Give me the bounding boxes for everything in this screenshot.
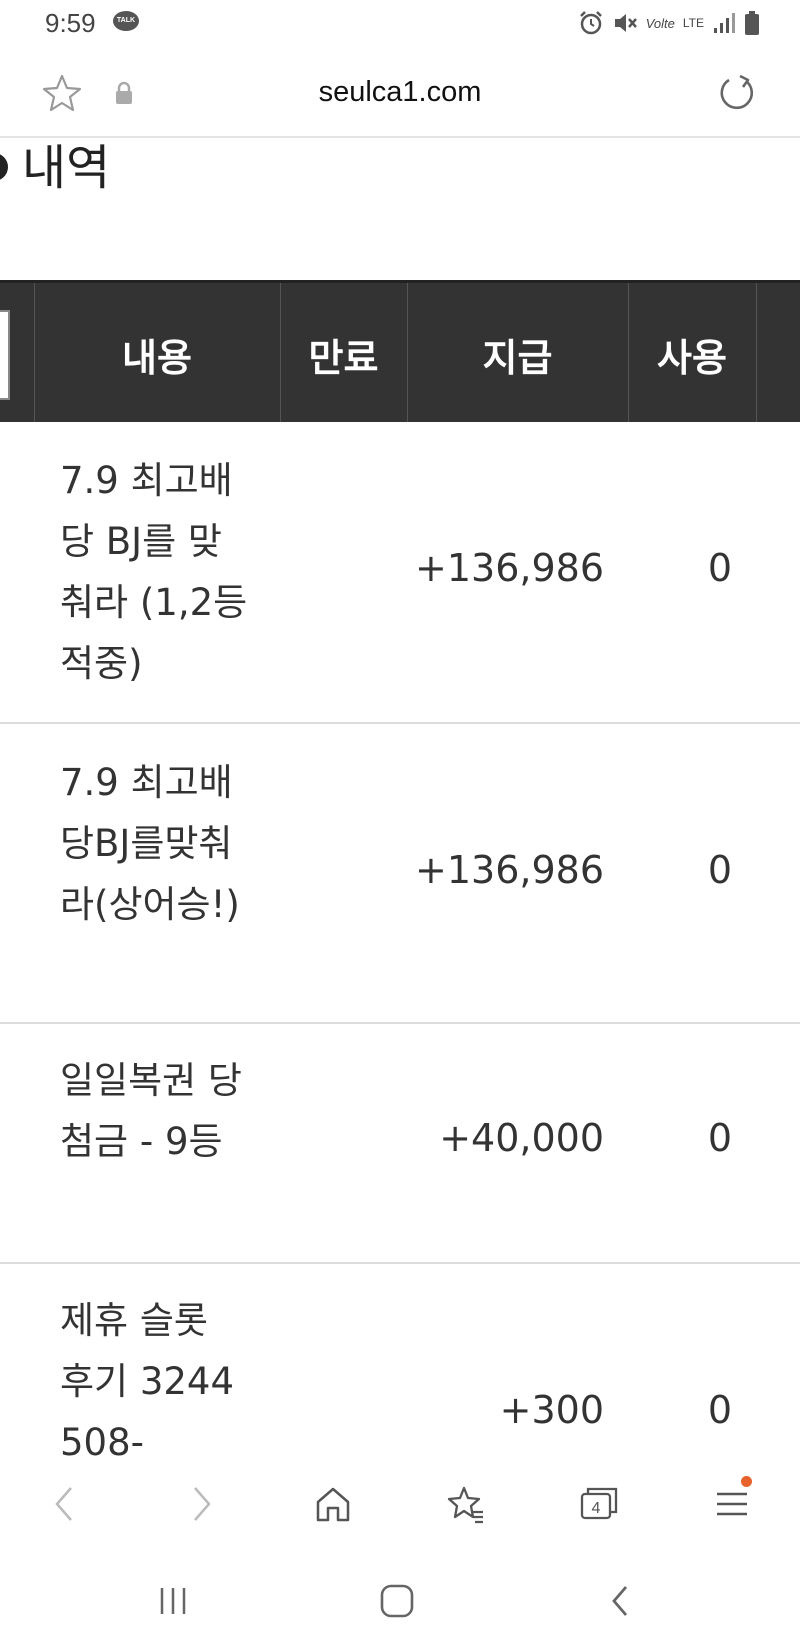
table-row: 7.9 최고배당BJ를맞춰라(상어승!) +136,986 0 bbox=[0, 724, 800, 1024]
row-pay: +40,000 bbox=[439, 1116, 604, 1160]
lte-icon: LTE bbox=[682, 16, 704, 30]
header-pay: 지급 bbox=[482, 335, 553, 380]
volte-icon: Volte bbox=[645, 15, 675, 31]
row-use: 0 bbox=[707, 1388, 733, 1432]
header-use: 사용 bbox=[657, 335, 727, 380]
recent-apps-button[interactable] bbox=[150, 1578, 196, 1624]
forward-button[interactable] bbox=[180, 1482, 224, 1526]
row-description: 제휴 슬롯 후기 3244508- bbox=[60, 1299, 235, 1464]
home-icon bbox=[316, 1487, 350, 1522]
back-nav-icon bbox=[612, 1586, 628, 1616]
table-row: 7.9 최고배당 BJ를 맞춰라 (1,2등 적중) +136,986 0 bbox=[0, 422, 800, 724]
tabs-button[interactable]: 4 bbox=[577, 1482, 621, 1526]
table-row: 일일복권 당첨금 - 9등 +40,000 0 bbox=[0, 1024, 800, 1264]
signal-icon bbox=[714, 13, 735, 33]
mute-icon bbox=[614, 14, 637, 32]
menu-icon bbox=[717, 1492, 747, 1516]
heading-fragment bbox=[0, 153, 8, 181]
address-bar: seulca1.com bbox=[0, 48, 800, 138]
status-bar: 9:59 TALK Volte LTE bbox=[0, 0, 800, 48]
bookmarks-button[interactable] bbox=[444, 1482, 488, 1526]
status-icons: Volte LTE bbox=[578, 8, 760, 38]
header-expire: 만료 bbox=[308, 335, 379, 380]
header-content: 내용 bbox=[122, 335, 192, 380]
talk-icon: TALK bbox=[113, 11, 139, 31]
home-button[interactable] bbox=[311, 1482, 355, 1526]
back-icon bbox=[55, 1487, 72, 1521]
menu-button[interactable] bbox=[710, 1476, 754, 1526]
back-nav-button[interactable] bbox=[598, 1578, 644, 1624]
bookmarks-icon bbox=[447, 1486, 483, 1524]
forward-icon bbox=[194, 1487, 211, 1521]
row-use: 0 bbox=[707, 848, 733, 892]
row-use: 0 bbox=[707, 1116, 733, 1160]
row-pay: +300 bbox=[499, 1388, 604, 1432]
url-field[interactable]: seulca1.com bbox=[0, 76, 800, 109]
back-button[interactable] bbox=[42, 1482, 86, 1526]
notification-dot bbox=[741, 1476, 752, 1487]
system-nav-bar bbox=[0, 1560, 800, 1645]
status-time: 9:59 bbox=[45, 8, 96, 38]
checkbox-stub[interactable] bbox=[0, 310, 10, 400]
reload-icon[interactable] bbox=[716, 72, 758, 114]
home-nav-icon bbox=[380, 1584, 414, 1618]
tabs-count: 4 bbox=[592, 1500, 601, 1517]
recent-apps-icon bbox=[160, 1588, 186, 1614]
row-description: 7.9 최고배당BJ를맞춰라(상어승!) bbox=[60, 761, 240, 926]
row-description: 일일복권 당첨금 - 9등 bbox=[60, 1059, 242, 1163]
row-use: 0 bbox=[707, 546, 733, 590]
tabs-icon: 4 bbox=[580, 1487, 618, 1520]
page-content: 내역 내용 만료 지급 사용 7.9 최고배당 BJ를 맞춰라 (1,2등 적중… bbox=[0, 138, 800, 1478]
table-header: 내용 만료 지급 사용 bbox=[0, 280, 800, 425]
row-pay: +136,986 bbox=[415, 546, 604, 590]
browser-toolbar: 4 bbox=[0, 1476, 800, 1532]
battery-icon bbox=[745, 11, 759, 35]
alarm-icon bbox=[579, 11, 602, 35]
home-nav-button[interactable] bbox=[374, 1578, 420, 1624]
row-description: 7.9 최고배당 BJ를 맞춰라 (1,2등 적중) bbox=[60, 459, 248, 685]
page-title: 내역 bbox=[0, 138, 110, 198]
table-row: 제휴 슬롯 후기 3244508- +300 0 bbox=[0, 1264, 800, 1478]
row-pay: +136,986 bbox=[415, 848, 604, 892]
